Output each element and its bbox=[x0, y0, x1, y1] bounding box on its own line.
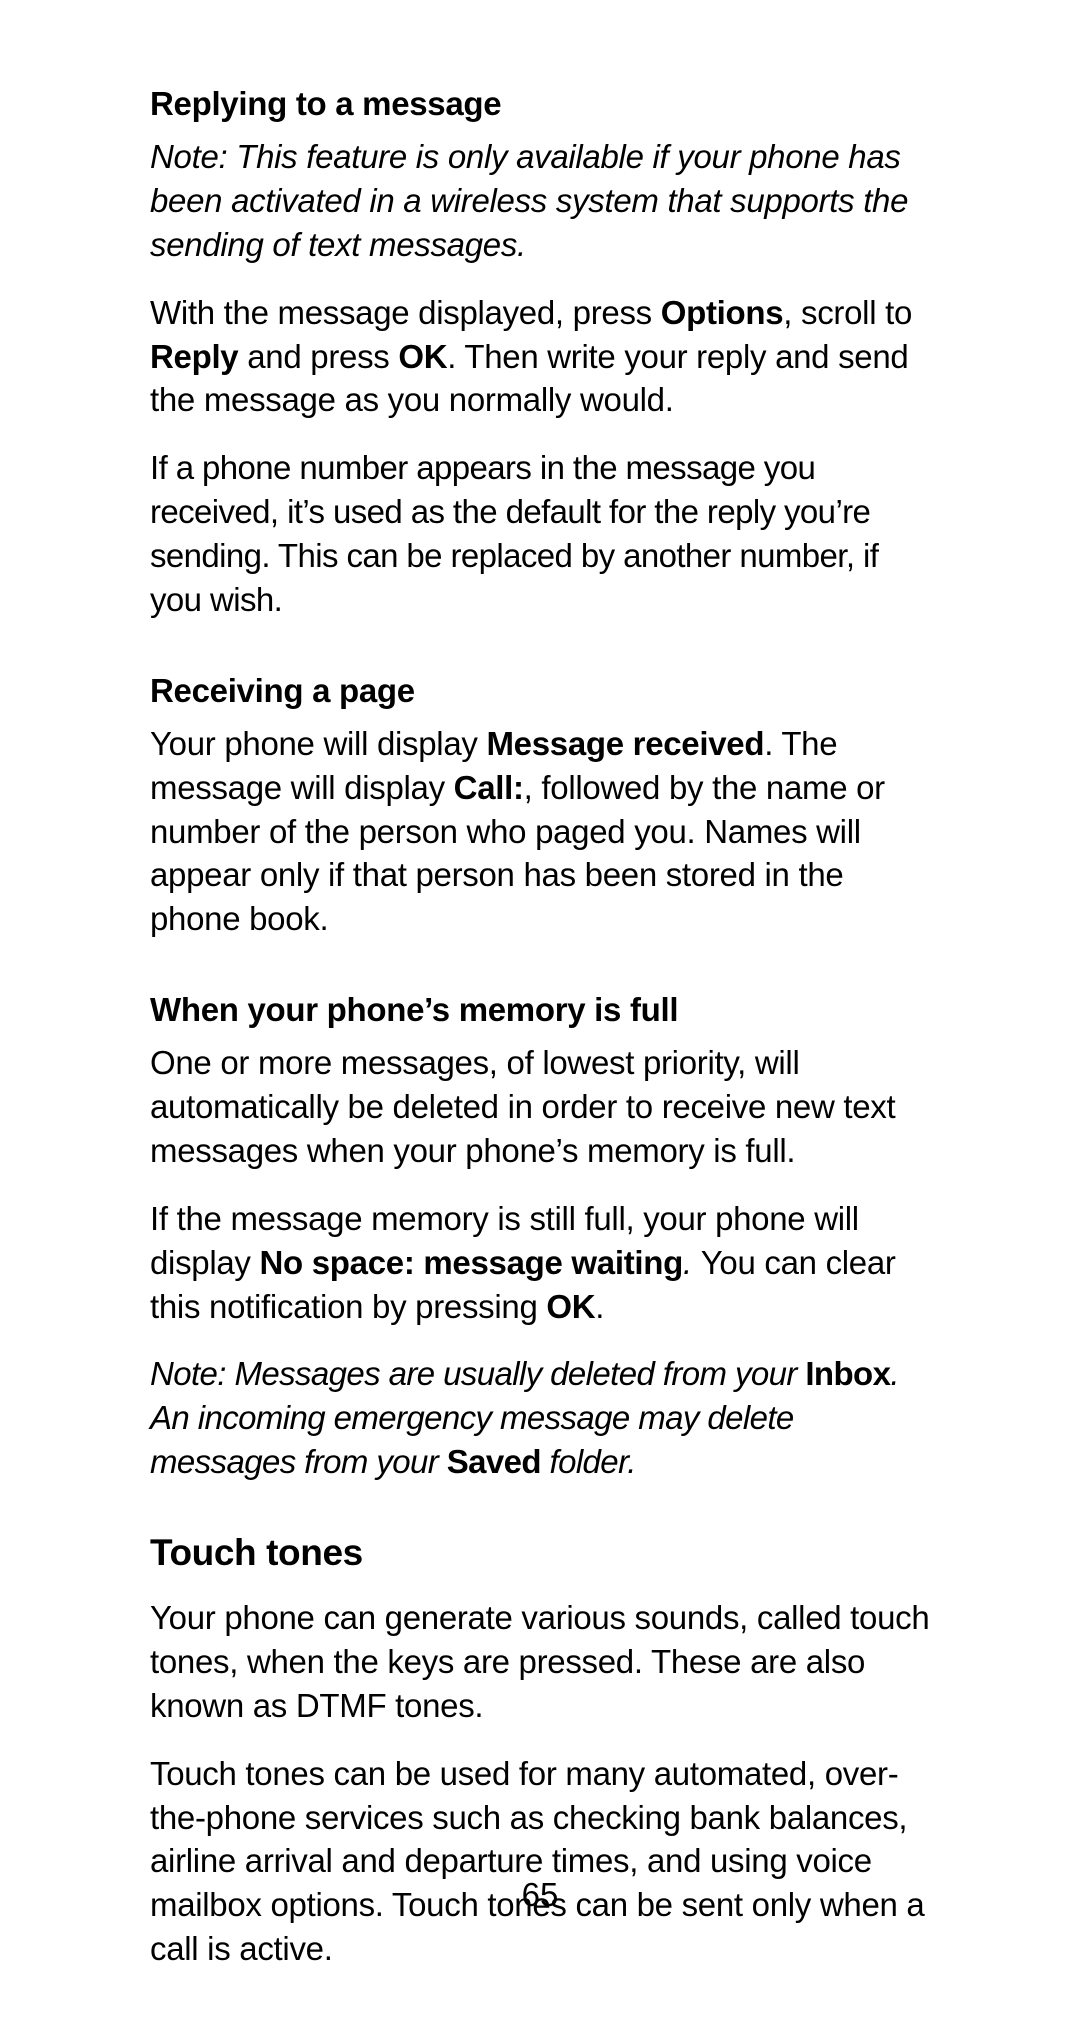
para-touch-2: Touch tones can be used for many automat… bbox=[150, 1752, 930, 1971]
page-number: 65 bbox=[0, 1876, 1080, 1914]
heading-replying: Replying to a message bbox=[150, 85, 930, 123]
para-touch-1: Your phone can generate various sounds, … bbox=[150, 1596, 930, 1728]
ui-label-message-received: Message received bbox=[486, 725, 764, 762]
text: . bbox=[683, 1244, 701, 1281]
section-replying: Replying to a message Note: This feature… bbox=[150, 85, 930, 622]
ui-label-reply: Reply bbox=[150, 338, 238, 375]
text: and press bbox=[238, 338, 398, 375]
text: . bbox=[595, 1288, 604, 1325]
heading-memory-full: When your phone’s memory is full bbox=[150, 991, 930, 1029]
heading-receiving: Receiving a page bbox=[150, 672, 930, 710]
ui-label-saved: Saved bbox=[447, 1443, 541, 1480]
ui-label-no-space: No space: message waiting bbox=[260, 1244, 683, 1281]
para-replying-1: With the message displayed, press Option… bbox=[150, 291, 930, 423]
para-replying-2: If a phone number appears in the message… bbox=[150, 446, 930, 622]
ui-label-inbox: Inbox bbox=[805, 1355, 890, 1392]
text: , scroll to bbox=[783, 294, 912, 331]
para-memory-1: One or more messages, of lowest priority… bbox=[150, 1041, 930, 1173]
note-memory: Note: Messages are usually deleted from … bbox=[150, 1352, 930, 1484]
note-replying: Note: This feature is only available if … bbox=[150, 135, 930, 267]
para-receiving-1: Your phone will display Message received… bbox=[150, 722, 930, 941]
text: With the message displayed, press bbox=[150, 294, 661, 331]
ui-label-ok: OK bbox=[546, 1288, 595, 1325]
ui-label-ok: OK bbox=[398, 338, 447, 375]
text: folder. bbox=[541, 1443, 636, 1480]
ui-label-options: Options bbox=[661, 294, 784, 331]
ui-label-call: Call: bbox=[454, 769, 524, 806]
text: Note: Messages are usually deleted from … bbox=[150, 1355, 805, 1392]
section-receiving: Receiving a page Your phone will display… bbox=[150, 672, 930, 941]
manual-page: Replying to a message Note: This feature… bbox=[0, 0, 1080, 2039]
heading-touch-tones: Touch tones bbox=[150, 1532, 930, 1574]
text: Your phone will display bbox=[150, 725, 486, 762]
section-memory-full: When your phone’s memory is full One or … bbox=[150, 991, 930, 1484]
para-memory-2: If the message memory is still full, you… bbox=[150, 1197, 930, 1329]
